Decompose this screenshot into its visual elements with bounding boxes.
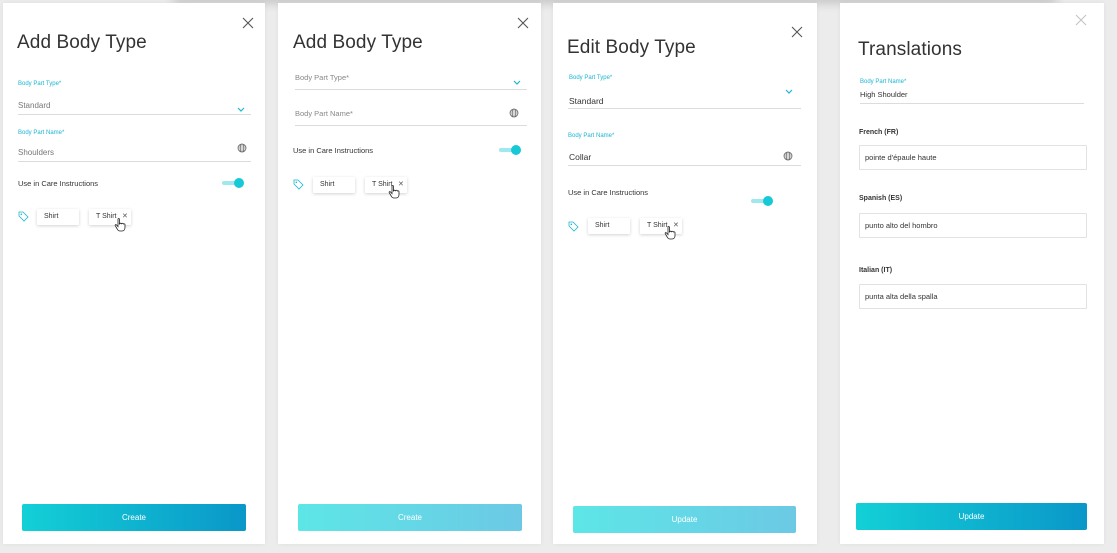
- update-button[interactable]: Update: [856, 503, 1087, 530]
- panel-title: Add Body Type: [17, 32, 147, 53]
- tag-icon: [18, 211, 29, 222]
- tag-chip-label: Shirt: [320, 181, 335, 188]
- field-underline: [18, 161, 251, 162]
- field-underline: [860, 103, 1084, 104]
- create-button[interactable]: Create: [298, 504, 522, 531]
- translations-panel: Translations Body Part Name* High Should…: [840, 3, 1104, 544]
- add-body-type-panel: Add Body Type Body Part Type* Standard B…: [3, 3, 265, 544]
- globe-icon[interactable]: [509, 108, 519, 118]
- close-icon[interactable]: [241, 16, 255, 30]
- tag-chip-label: Shirt: [44, 213, 59, 220]
- field-underline: [568, 165, 801, 166]
- toggle-knob: [511, 145, 521, 155]
- care-instructions-toggle[interactable]: [499, 145, 521, 155]
- tag-chip[interactable]: Shirt: [588, 218, 630, 234]
- hand-cursor-icon: [388, 185, 400, 199]
- close-icon[interactable]: [1074, 13, 1088, 27]
- care-instructions-label: Use in Care Instructions: [18, 179, 99, 188]
- close-icon[interactable]: [516, 16, 530, 30]
- body-part-type-select[interactable]: Body Part Type* Standard: [568, 75, 801, 109]
- field-underline: [568, 108, 801, 109]
- body-part-type-select[interactable]: Body Part Type*: [295, 73, 527, 90]
- create-button[interactable]: Create: [22, 504, 246, 531]
- chevron-down-icon[interactable]: [513, 80, 521, 86]
- toggle-knob: [763, 196, 773, 206]
- hand-cursor-icon: [664, 226, 676, 240]
- care-instructions-label: Use in Care Instructions: [293, 146, 374, 155]
- translation-input[interactable]: punto alto del hombro: [859, 213, 1087, 238]
- field-underline: [295, 125, 527, 126]
- tag-chip[interactable]: T Shirt ✕: [365, 177, 407, 193]
- tag-chip-label: Shirt: [595, 222, 610, 229]
- care-instructions-label: Use in Care Instructions: [568, 188, 649, 197]
- tag-icon: [568, 221, 579, 232]
- globe-icon[interactable]: [237, 143, 247, 153]
- chevron-down-icon[interactable]: [237, 107, 245, 113]
- field-placeholder: Body Part Name*: [295, 109, 353, 118]
- field-value: High Shoulder: [860, 90, 908, 99]
- body-part-name-input[interactable]: Body Part Name*: [295, 108, 527, 126]
- field-underline: [18, 114, 251, 115]
- close-icon[interactable]: [790, 25, 804, 39]
- field-label: Body Part Type*: [569, 75, 613, 81]
- add-body-type-panel-empty: Add Body Type Body Part Type* Body Part …: [278, 3, 541, 544]
- body-part-name-input[interactable]: Body Part Name* Collar: [568, 133, 801, 167]
- field-value: Collar: [569, 152, 592, 162]
- field-value: Standard: [18, 101, 51, 110]
- translation-input[interactable]: punta alta della spalla: [859, 284, 1087, 309]
- tag-chip[interactable]: Shirt: [313, 177, 355, 193]
- field-label: Body Part Name*: [860, 79, 907, 85]
- translation-input[interactable]: pointe d'épaule haute: [859, 145, 1087, 170]
- panel-title: Edit Body Type: [567, 37, 696, 58]
- field-label: Body Part Name*: [568, 133, 615, 139]
- edit-body-type-panel: Edit Body Type Body Part Type* Standard …: [553, 3, 817, 544]
- translation-language-label: Spanish (ES): [859, 195, 903, 202]
- body-part-type-select[interactable]: Body Part Type* Standard: [18, 81, 251, 115]
- field-underline: [295, 89, 527, 90]
- body-part-name-field: Body Part Name* High Shoulder: [860, 79, 1084, 104]
- update-button[interactable]: Update: [573, 506, 796, 533]
- body-part-name-input[interactable]: Body Part Name* Shoulders: [18, 130, 251, 164]
- field-value: Shoulders: [18, 148, 55, 157]
- tag-icon: [293, 179, 304, 190]
- care-instructions-toggle[interactable]: [751, 196, 773, 206]
- field-label: Body Part Name*: [18, 130, 65, 136]
- field-label: Body Part Type*: [18, 81, 62, 87]
- field-value: Standard: [569, 96, 604, 106]
- care-instructions-toggle[interactable]: [222, 178, 244, 188]
- field-placeholder: Body Part Type*: [295, 73, 350, 82]
- translation-language-label: Italian (IT): [859, 267, 893, 274]
- toggle-knob: [234, 178, 244, 188]
- panel-title: Add Body Type: [293, 32, 423, 53]
- translation-language-label: French (FR): [859, 129, 899, 136]
- globe-icon[interactable]: [783, 151, 793, 161]
- panel-title: Translations: [858, 39, 962, 60]
- hand-cursor-icon: [114, 218, 126, 232]
- chevron-down-icon[interactable]: [785, 89, 793, 95]
- tag-chip[interactable]: Shirt: [37, 209, 79, 225]
